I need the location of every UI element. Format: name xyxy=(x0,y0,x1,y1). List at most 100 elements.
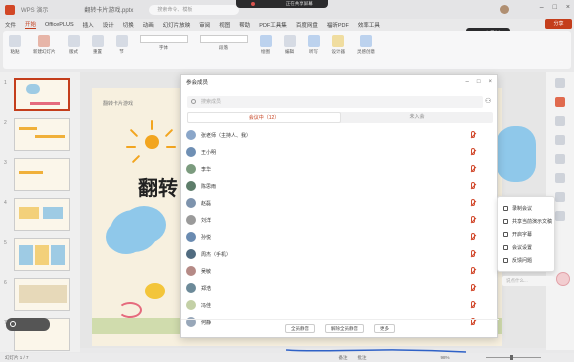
participant-row[interactable]: 陈思雨 xyxy=(181,178,499,194)
properties-icon[interactable] xyxy=(555,135,565,145)
participant-row[interactable]: 张老师（主持人、我） xyxy=(181,127,499,143)
add-member-icon[interactable]: ⚇ xyxy=(485,97,493,106)
participant-row[interactable]: 冯佳 xyxy=(181,297,499,313)
maximize-icon[interactable]: □ xyxy=(553,4,557,11)
tab-officeplus[interactable]: OfficePLUS xyxy=(45,22,74,28)
participant-row[interactable]: 刘洋 xyxy=(181,212,499,228)
command-search-input[interactable]: 搜索命令、模板 xyxy=(149,4,240,15)
record-icon xyxy=(503,206,508,211)
menu-item-feedback[interactable]: 反馈问题 xyxy=(498,254,554,267)
captions-icon xyxy=(503,232,508,237)
designer-button[interactable]: 设计器 xyxy=(332,35,345,55)
mute-all-button[interactable]: 全员静音 xyxy=(285,324,315,333)
unmute-all-button[interactable]: 解除全员静音 xyxy=(325,324,364,333)
zoom-level[interactable]: 98% xyxy=(441,355,450,360)
mic-muted-icon[interactable] xyxy=(471,284,475,291)
member-search-input[interactable]: 搜索成员 xyxy=(187,96,483,108)
meeting-share-bar[interactable]: 正在共享屏幕 xyxy=(236,0,328,8)
more-button[interactable]: 更多 xyxy=(374,324,395,333)
participant-row[interactable]: 吴敏 xyxy=(181,263,499,279)
minimize-icon[interactable]: – xyxy=(466,79,469,85)
mic-muted-icon[interactable] xyxy=(471,233,475,240)
tab-help[interactable]: 帮助 xyxy=(239,21,250,29)
slide-thumbnail-2[interactable] xyxy=(14,118,70,151)
tab-pdf-tools[interactable]: PDF工具集 xyxy=(259,21,287,29)
tab-file[interactable]: 文件 xyxy=(5,21,16,29)
mic-muted-icon[interactable] xyxy=(471,250,475,257)
zoom-slider-handle[interactable] xyxy=(510,355,513,360)
slide-subtitle[interactable]: 翻转卡片游戏 xyxy=(103,100,133,107)
mic-muted-icon[interactable] xyxy=(471,165,475,172)
comments-icon[interactable] xyxy=(555,116,565,126)
mic-muted-icon[interactable] xyxy=(471,199,475,206)
share-button[interactable]: 分享 xyxy=(545,19,572,29)
meeting-icon[interactable] xyxy=(555,97,565,107)
tab-design[interactable]: 设计 xyxy=(103,21,114,29)
participant-row[interactable]: 孙悦 xyxy=(181,229,499,245)
paste-button[interactable]: 粘贴 xyxy=(9,35,21,55)
slide-title[interactable]: 翻转 xyxy=(138,172,178,201)
tab-transitions[interactable]: 切换 xyxy=(123,21,134,29)
slide-thumbnail-1[interactable] xyxy=(14,78,70,111)
menu-item-record[interactable]: 录制会议 xyxy=(498,202,554,215)
tab-view[interactable]: 视图 xyxy=(219,21,230,29)
zoom-slider[interactable] xyxy=(486,357,541,358)
section-button[interactable]: 节 xyxy=(115,35,128,55)
slide-thumbnail-6[interactable] xyxy=(14,278,70,311)
tab-home[interactable]: 开始 xyxy=(25,20,37,29)
mic-muted-icon[interactable] xyxy=(471,301,475,308)
tab-review[interactable]: 审阅 xyxy=(199,21,210,29)
participant-row[interactable]: 王小明 xyxy=(181,144,499,160)
self-avatar[interactable] xyxy=(556,272,570,286)
participant-row[interactable]: 李华 xyxy=(181,161,499,177)
reset-button[interactable]: 重置 xyxy=(91,35,104,55)
font-group[interactable]: 字体 xyxy=(139,35,188,51)
close-icon[interactable]: × xyxy=(488,79,492,85)
chat-input[interactable]: 说点什么... xyxy=(502,276,554,286)
mic-muted-icon[interactable] xyxy=(471,131,475,138)
editing-button[interactable]: 编辑 xyxy=(283,35,296,55)
tab-insert[interactable]: 插入 xyxy=(83,21,94,29)
tab-baidu-pan[interactable]: 百度网盘 xyxy=(296,21,318,29)
slide-thumbnail-5[interactable] xyxy=(14,238,70,271)
close-icon[interactable]: × xyxy=(566,4,570,11)
animation-pane-icon[interactable] xyxy=(555,154,565,164)
tab-not-joined[interactable]: 未入会 xyxy=(341,112,493,123)
menu-item-share-presentation[interactable]: 共享当前演示文稿 xyxy=(498,215,554,228)
expand-icon[interactable] xyxy=(555,78,565,88)
dialog-header: 参会成员 – □ × xyxy=(181,75,497,89)
slide-thumbnail-4[interactable] xyxy=(14,198,70,231)
tab-efficiency[interactable]: 效率工具 xyxy=(358,21,380,29)
layout-button[interactable]: 版式 xyxy=(67,35,80,55)
participant-row[interactable]: 周杰（手机） xyxy=(181,246,499,262)
mic-muted-icon[interactable] xyxy=(471,267,475,274)
slide-thumbnail-3[interactable] xyxy=(14,158,70,191)
minimize-icon[interactable]: – xyxy=(540,4,544,11)
floating-meeting-control[interactable] xyxy=(6,318,50,331)
layers-icon[interactable] xyxy=(555,192,565,202)
mic-muted-icon[interactable] xyxy=(471,216,475,223)
font-name-select[interactable] xyxy=(139,35,188,43)
tab-in-meeting[interactable]: 会议中（12） xyxy=(187,112,341,123)
settings-icon[interactable] xyxy=(555,211,565,221)
tab-foxit-pdf[interactable]: 福昕PDF xyxy=(327,21,349,29)
tab-animations[interactable]: 动画 xyxy=(143,21,154,29)
user-avatar[interactable] xyxy=(500,5,509,14)
participant-row[interactable]: 郑浩 xyxy=(181,280,499,296)
paragraph-controls[interactable] xyxy=(199,35,248,43)
drawing-button[interactable]: 绘图 xyxy=(259,35,272,55)
menu-item-settings[interactable]: 会议设置 xyxy=(498,241,554,254)
notes-button[interactable]: 备注 xyxy=(339,355,348,361)
dictate-button[interactable]: 听写 xyxy=(307,35,320,55)
ideas-button[interactable]: 灵感创意 xyxy=(357,35,375,55)
paragraph-group[interactable]: 段落 xyxy=(199,35,248,51)
mic-muted-icon[interactable] xyxy=(471,182,475,189)
tab-slideshow[interactable]: 幻灯片放映 xyxy=(163,21,191,29)
participant-row[interactable]: 赵磊 xyxy=(181,195,499,211)
menu-item-captions[interactable]: 开启字幕 xyxy=(498,228,554,241)
format-icon[interactable] xyxy=(555,173,565,183)
maximize-icon[interactable]: □ xyxy=(477,79,481,85)
mic-muted-icon[interactable] xyxy=(471,148,475,155)
new-slide-button[interactable]: 新建幻灯片 xyxy=(33,35,56,55)
comments-button[interactable]: 批注 xyxy=(358,355,367,361)
